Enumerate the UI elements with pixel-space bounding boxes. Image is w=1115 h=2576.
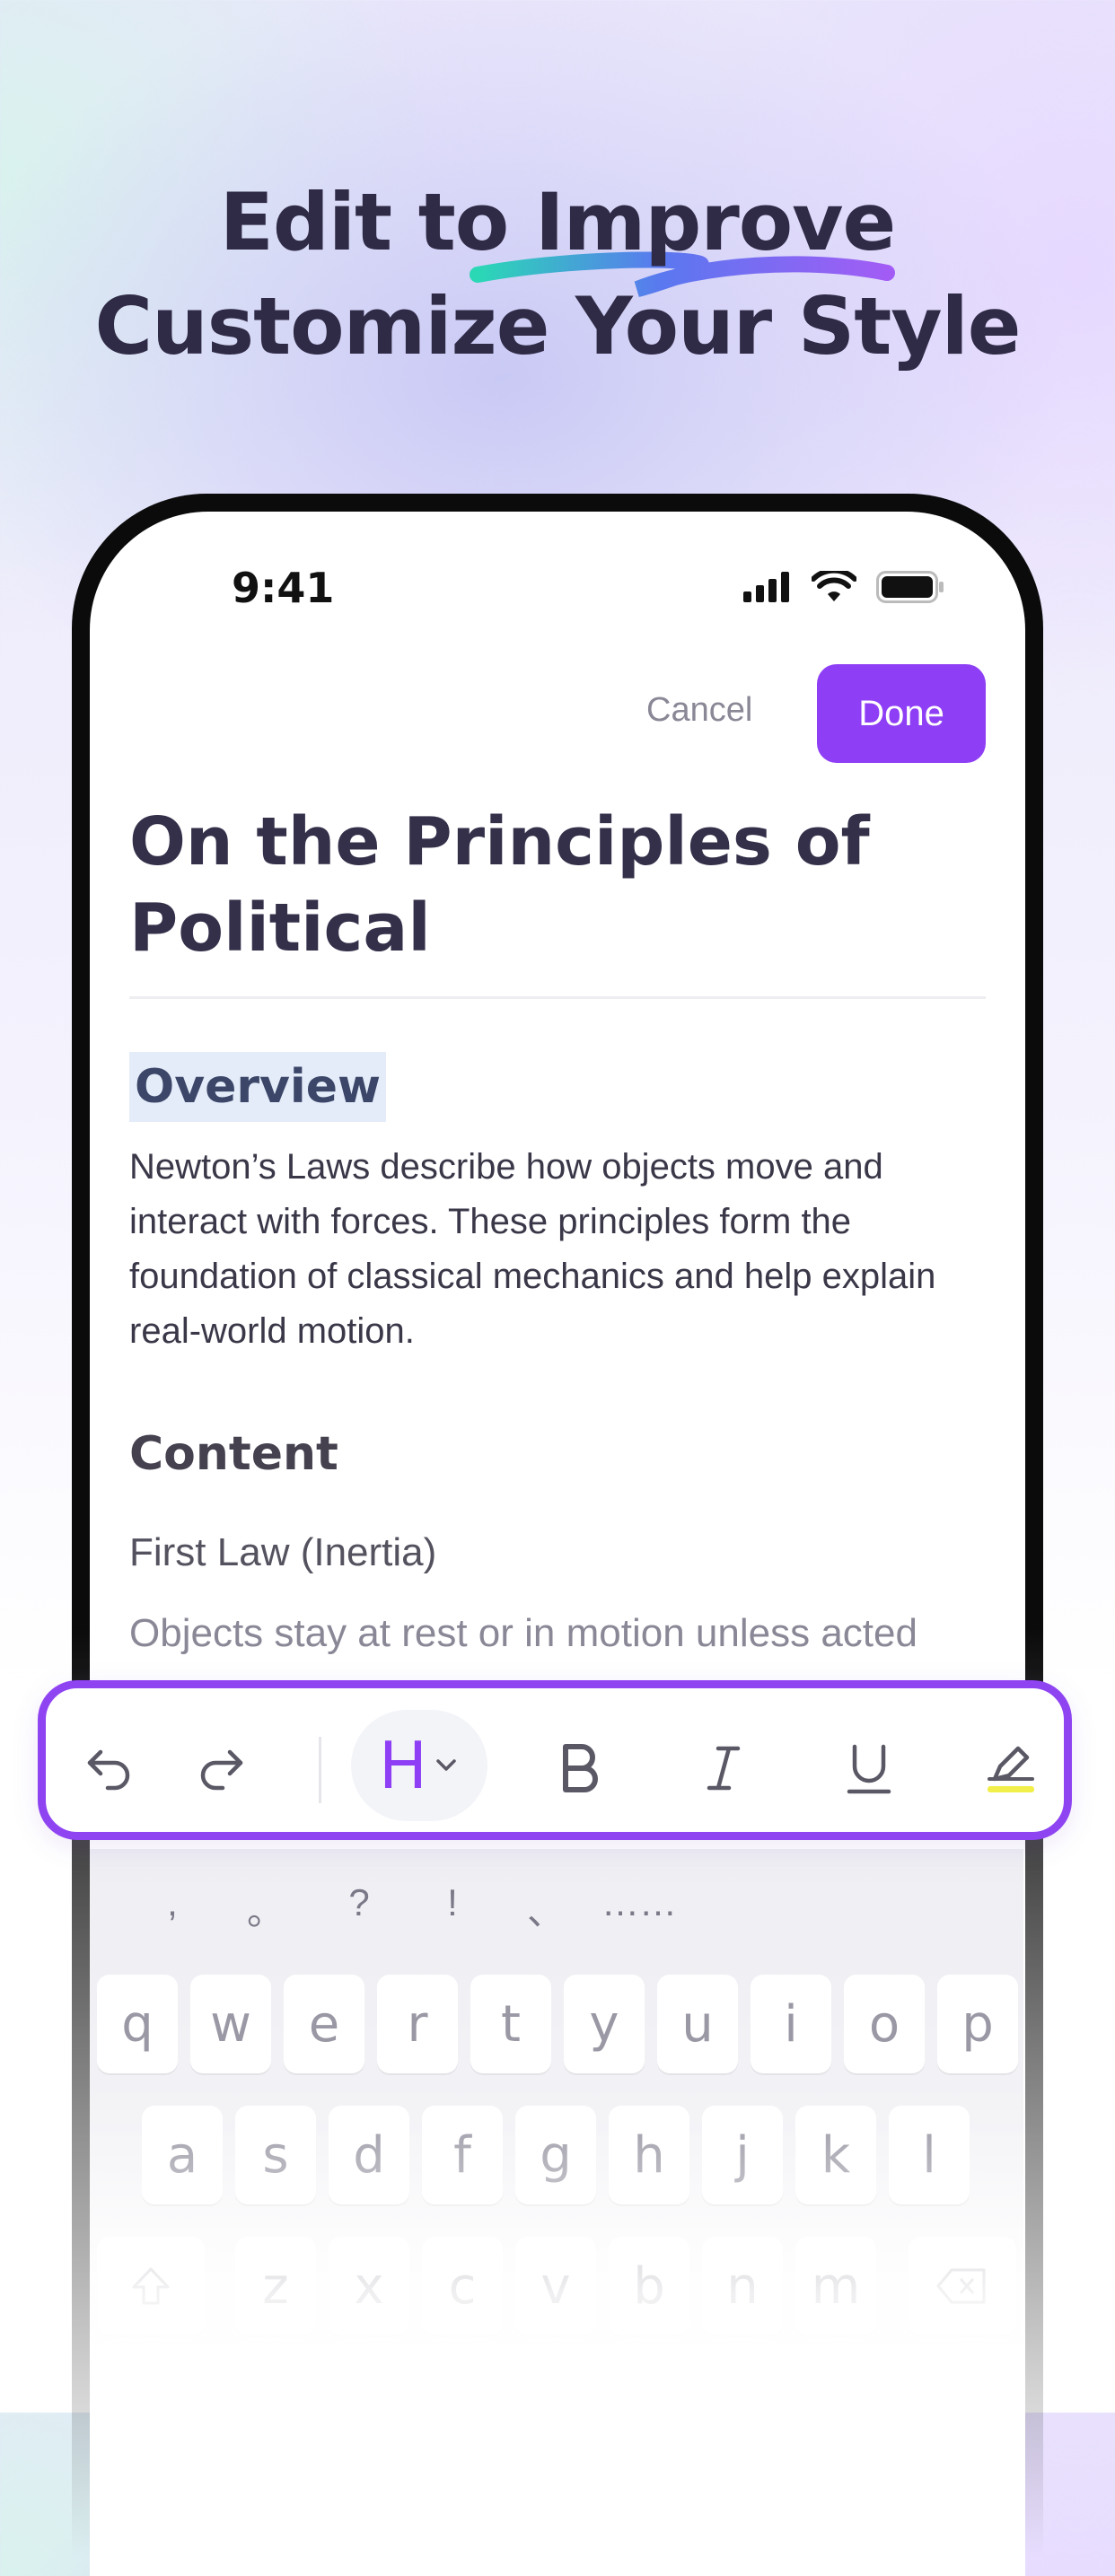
punct-key[interactable]: 。 bbox=[219, 1881, 312, 1936]
heading-icon: H bbox=[378, 1728, 428, 1803]
key-r[interactable]: r bbox=[377, 1975, 458, 2073]
punct-key[interactable]: ? bbox=[312, 1881, 406, 1936]
first-law-paragraph[interactable]: Objects stay at rest or in motion unless… bbox=[129, 1607, 991, 1660]
undo-button[interactable] bbox=[60, 1719, 159, 1818]
headline: Edit to Improve Customize Your Style bbox=[0, 171, 1115, 379]
key-w[interactable]: w bbox=[190, 1975, 271, 2073]
underline-icon bbox=[847, 1744, 891, 1794]
keyboard: , 。 ? ! 、 …… q w e r t y u i o p a s d f… bbox=[90, 1849, 1023, 2423]
signal-icon bbox=[743, 572, 789, 602]
headline-line-2: Customize Your Style bbox=[94, 280, 1022, 372]
status-time: 9:41 bbox=[232, 564, 335, 612]
first-law-subheading[interactable]: First Law (Inertia) bbox=[129, 1530, 436, 1575]
punct-key[interactable]: 、 bbox=[499, 1881, 593, 1936]
cancel-button[interactable]: Cancel bbox=[646, 691, 752, 730]
chevron-down-icon bbox=[436, 1759, 456, 1771]
headline-line-1: Edit to Improve bbox=[219, 176, 896, 268]
highlight-button[interactable] bbox=[961, 1719, 1060, 1818]
key-o[interactable]: o bbox=[844, 1975, 925, 2073]
key-i[interactable]: i bbox=[751, 1975, 831, 2073]
content-heading[interactable]: Content bbox=[129, 1427, 338, 1481]
key-y[interactable]: y bbox=[564, 1975, 645, 2073]
key-e[interactable]: e bbox=[284, 1975, 364, 2073]
punctuation-row: , 。 ? ! 、 …… bbox=[126, 1881, 686, 1936]
toolbar-separator bbox=[319, 1737, 321, 1803]
undo-icon bbox=[87, 1749, 130, 1791]
key-t[interactable]: t bbox=[470, 1975, 551, 2073]
bold-button[interactable] bbox=[531, 1719, 629, 1818]
document-title[interactable]: On the Principles of Political bbox=[129, 799, 973, 971]
overview-paragraph[interactable]: Newton’s Laws describe how objects move … bbox=[129, 1140, 991, 1359]
overview-heading-selected[interactable]: Overview bbox=[129, 1052, 387, 1122]
italic-button[interactable] bbox=[674, 1719, 773, 1818]
italic-icon bbox=[707, 1746, 741, 1791]
underline-button[interactable] bbox=[820, 1719, 918, 1818]
formatting-toolbar: H bbox=[38, 1680, 1072, 1840]
key-u[interactable]: u bbox=[657, 1975, 738, 2073]
key-q[interactable]: q bbox=[97, 1975, 178, 2073]
punct-key[interactable]: , bbox=[126, 1881, 219, 1936]
title-divider bbox=[129, 996, 986, 999]
bold-icon bbox=[563, 1744, 598, 1792]
wifi-icon bbox=[812, 571, 856, 601]
status-icons bbox=[743, 571, 944, 603]
heading-button[interactable]: H bbox=[351, 1710, 487, 1821]
punct-key[interactable]: ! bbox=[406, 1881, 499, 1936]
key-p[interactable]: p bbox=[937, 1975, 1018, 2073]
redo-icon bbox=[200, 1749, 243, 1791]
punct-key[interactable]: …… bbox=[593, 1881, 686, 1936]
redo-button[interactable] bbox=[171, 1719, 270, 1818]
battery-icon bbox=[876, 571, 944, 603]
done-button[interactable]: Done bbox=[817, 664, 986, 763]
highlight-icon bbox=[988, 1746, 1034, 1792]
keyboard-fade-overlay bbox=[90, 2100, 1023, 2423]
